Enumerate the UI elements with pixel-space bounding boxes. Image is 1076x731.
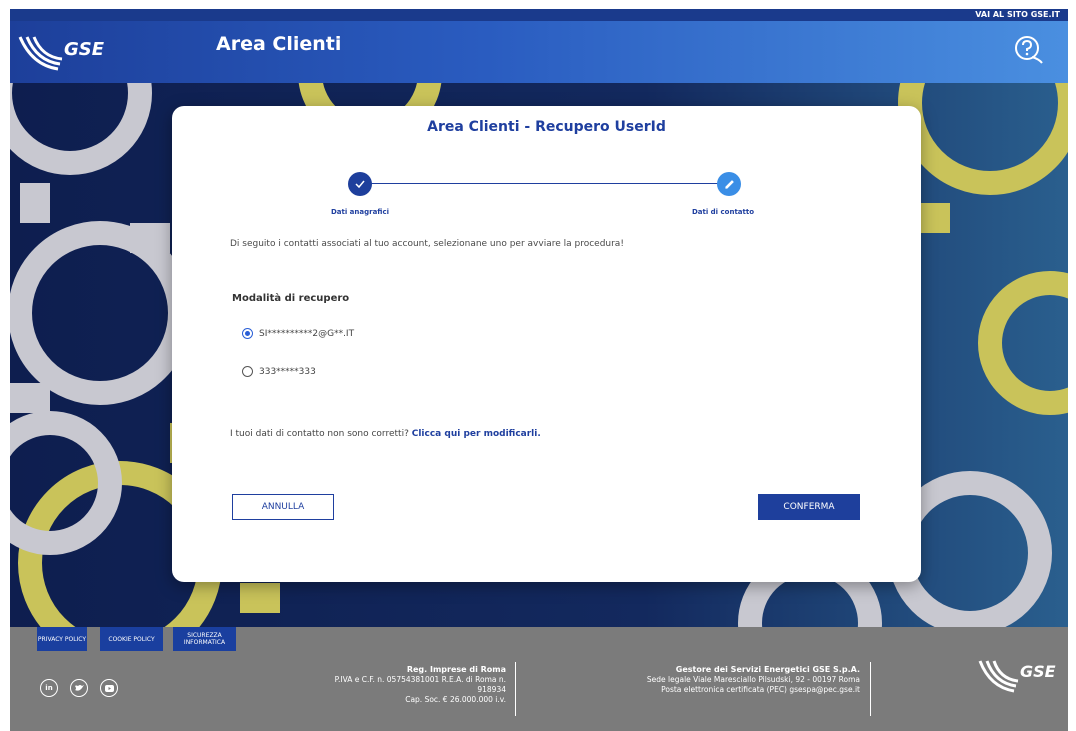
app-title: Area Clienti bbox=[216, 33, 342, 55]
recovery-mode-title: Modalità di recupero bbox=[232, 293, 350, 304]
pencil-icon bbox=[725, 180, 734, 189]
phone-option[interactable]: 333*****333 bbox=[242, 366, 316, 377]
registry-line-3: Cap. Soc. € 26.000.000 i.v. bbox=[405, 695, 506, 704]
step-2-label: Dati di contatto bbox=[691, 208, 755, 216]
gse-site-link[interactable]: VAI AL SITO GSE.IT bbox=[975, 9, 1060, 21]
registry-line-2: 918934 bbox=[477, 685, 506, 694]
confirm-button[interactable]: CONFERMA bbox=[758, 494, 860, 520]
svg-text:GSE: GSE bbox=[1020, 662, 1056, 681]
phone-option-label: 333*****333 bbox=[259, 366, 316, 377]
company-line-2: Posta elettronica certificata (PEC) gses… bbox=[661, 685, 860, 694]
check-icon bbox=[355, 180, 365, 189]
company-info: Gestore dei Servizi Energetici GSE S.p.A… bbox=[570, 665, 860, 695]
registry-line-1: P.IVA e C.F. n. 05754381001 R.E.A. di Ro… bbox=[334, 675, 506, 684]
footer: PRIVACY POLICY COOKIE POLICY SICUREZZA I… bbox=[10, 627, 1068, 731]
svg-text:GSE: GSE bbox=[64, 39, 105, 60]
footer-divider bbox=[515, 662, 516, 716]
card-title: Area Clienti - Recupero UserId bbox=[427, 119, 666, 135]
footer-divider bbox=[870, 662, 871, 716]
gse-logo[interactable]: GSE bbox=[18, 31, 108, 75]
company-line-1: Sede legale Viale Maresciallo Pilsudski,… bbox=[646, 675, 860, 684]
cookie-policy-button[interactable]: COOKIE POLICY bbox=[100, 627, 163, 651]
privacy-policy-button[interactable]: PRIVACY POLICY bbox=[37, 627, 87, 651]
contact-notice: I tuoi dati di contatto non sono corrett… bbox=[230, 429, 541, 439]
header: GSE Area Clienti bbox=[10, 21, 1068, 83]
registry-info: Reg. Imprese di Roma P.IVA e C.F. n. 057… bbox=[280, 665, 506, 705]
edit-contacts-link[interactable]: Clicca qui per modificarli. bbox=[412, 429, 541, 439]
email-radio[interactable] bbox=[242, 328, 253, 339]
recovery-card: Area Clienti - Recupero UserId Dati anag… bbox=[172, 106, 921, 582]
help-icon[interactable] bbox=[1012, 33, 1046, 67]
twitter-icon[interactable] bbox=[70, 679, 88, 697]
security-info-button[interactable]: SICUREZZA INFORMATICA bbox=[173, 627, 236, 651]
email-option-label: SI**********2@G**.IT bbox=[259, 328, 355, 339]
stepper-line bbox=[364, 183, 728, 184]
step-2-indicator bbox=[717, 172, 741, 196]
top-bar: VAI AL SITO GSE.IT bbox=[10, 9, 1068, 21]
registry-title: Reg. Imprese di Roma bbox=[406, 665, 506, 674]
footer-gse-logo: GSE bbox=[978, 657, 1058, 705]
instructions-text: Di seguito i contatti associati al tuo a… bbox=[230, 239, 624, 249]
step-1-label: Dati anagrafici bbox=[330, 208, 390, 216]
cancel-button[interactable]: ANNULLA bbox=[232, 494, 334, 520]
phone-radio[interactable] bbox=[242, 366, 253, 377]
linkedin-icon[interactable]: in bbox=[40, 679, 58, 697]
step-1-indicator bbox=[348, 172, 372, 196]
notice-text: I tuoi dati di contatto non sono corrett… bbox=[230, 429, 409, 439]
youtube-icon[interactable] bbox=[100, 679, 118, 697]
company-title: Gestore dei Servizi Energetici GSE S.p.A… bbox=[675, 665, 860, 674]
email-option[interactable]: SI**********2@G**.IT bbox=[242, 328, 354, 339]
